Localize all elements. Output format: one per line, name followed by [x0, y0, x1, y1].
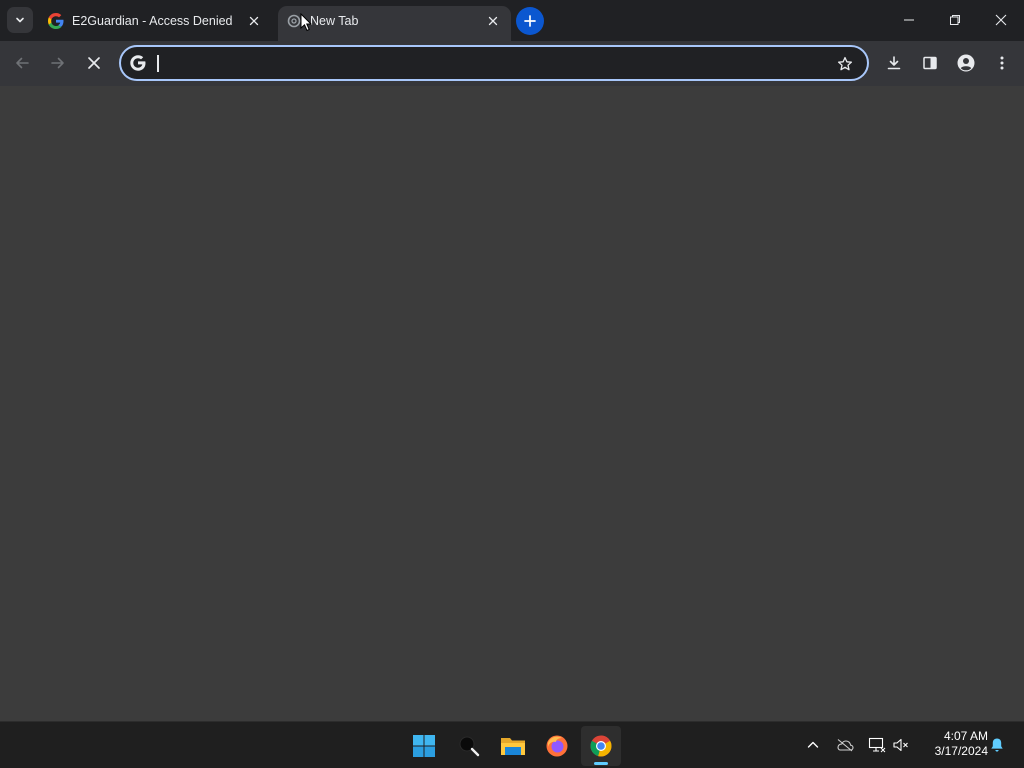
mouse-cursor-icon — [300, 13, 312, 32]
address-bar[interactable] — [119, 45, 869, 81]
search-icon — [459, 736, 480, 757]
network-button[interactable] — [866, 734, 888, 756]
arrow-right-icon — [51, 57, 64, 69]
taskbar-search-button[interactable] — [449, 726, 489, 766]
close-window-button[interactable] — [978, 0, 1024, 40]
restore-button[interactable] — [932, 0, 978, 40]
forward-button[interactable] — [42, 47, 74, 79]
minimize-button[interactable] — [886, 0, 932, 40]
plus-icon — [524, 15, 536, 27]
folder-icon — [501, 738, 525, 755]
tab-title: New Tab — [310, 14, 359, 28]
clock-date: 3/17/2024 — [934, 744, 988, 758]
downloads-button[interactable] — [878, 47, 910, 79]
system-clock[interactable]: 4:07 AM 3/17/2024 — [918, 729, 988, 759]
show-hidden-icons-button[interactable] — [802, 734, 824, 756]
chevron-up-icon — [807, 741, 819, 748]
address-input[interactable] — [155, 53, 815, 75]
google-g-icon — [48, 13, 64, 29]
volume-button[interactable] — [890, 734, 912, 756]
tab-close-button[interactable] — [485, 13, 501, 29]
bell-icon — [991, 738, 1003, 752]
close-icon — [995, 14, 1007, 26]
onedrive-button[interactable] — [834, 734, 856, 756]
volume-muted-icon — [893, 738, 908, 752]
tab-strip: E2Guardian - Access Denied New Tab — [0, 0, 1024, 41]
profile-icon — [957, 54, 975, 72]
google-g-icon — [130, 55, 146, 71]
chrome-button[interactable] — [581, 726, 621, 766]
kebab-menu-icon — [1000, 56, 1004, 70]
file-explorer-button[interactable] — [493, 726, 533, 766]
side-panel-icon — [923, 56, 937, 70]
tab-e2guardian[interactable]: E2Guardian - Access Denied — [40, 6, 272, 41]
page-content — [0, 86, 1024, 721]
firefox-icon — [546, 735, 568, 757]
menu-button[interactable] — [986, 47, 1018, 79]
close-icon — [488, 16, 498, 26]
bookmark-button[interactable] — [833, 52, 857, 76]
back-button[interactable] — [6, 47, 38, 79]
network-icon — [868, 737, 886, 753]
chevron-down-icon — [16, 17, 24, 23]
taskbar: 4:07 AM 3/17/2024 — [0, 721, 1024, 768]
text-caret — [157, 55, 159, 72]
windows-start-icon — [413, 735, 435, 757]
side-panel-button[interactable] — [914, 47, 946, 79]
new-tab-button[interactable] — [516, 7, 544, 35]
active-app-indicator — [594, 762, 608, 765]
chrome-icon — [590, 735, 612, 757]
restore-icon — [950, 15, 960, 25]
arrow-left-icon — [16, 57, 29, 69]
notifications-button[interactable] — [986, 734, 1008, 756]
firefox-button[interactable] — [537, 726, 577, 766]
minimize-icon — [904, 19, 914, 21]
tab-title: E2Guardian - Access Denied — [72, 14, 233, 28]
star-icon — [837, 56, 853, 71]
tab-close-button[interactable] — [246, 13, 262, 29]
profile-button[interactable] — [950, 47, 982, 79]
start-button[interactable] — [404, 726, 444, 766]
tab-new-tab[interactable]: New Tab — [278, 6, 511, 41]
toolbar — [0, 41, 1024, 86]
tab-search-button[interactable] — [7, 7, 33, 33]
onedrive-offline-icon — [837, 739, 854, 752]
download-icon — [887, 56, 901, 70]
clock-time: 4:07 AM — [943, 729, 988, 743]
close-icon — [88, 57, 100, 69]
close-icon — [249, 16, 259, 26]
stop-button[interactable] — [78, 47, 110, 79]
